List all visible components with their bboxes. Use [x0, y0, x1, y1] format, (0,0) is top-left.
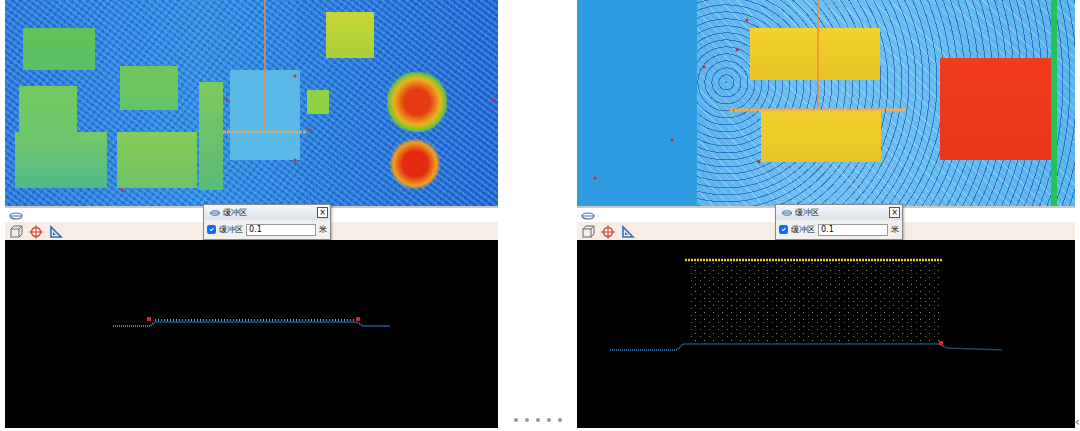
- screen: 缓冲区×缓冲区米缓冲区×缓冲区米‹: [0, 0, 1080, 431]
- crosshair-icon: [29, 225, 43, 239]
- pager-dot[interactable]: [558, 418, 562, 422]
- pager-dot[interactable]: [547, 418, 551, 422]
- next-arrow[interactable]: ‹: [1075, 415, 1080, 428]
- box-icon: [581, 225, 595, 239]
- profile-view[interactable]: [577, 240, 1075, 428]
- pager: [514, 418, 562, 431]
- unit-label: 米: [319, 224, 327, 236]
- view-panel: 缓冲区×缓冲区米: [5, 0, 498, 431]
- toolbar: 缓冲区×缓冲区米: [5, 206, 498, 240]
- section-line-overlay: [577, 0, 1075, 206]
- buffer-tool[interactable]: [581, 203, 595, 227]
- dialog-title-bar: 缓冲区×: [204, 205, 330, 220]
- buffer-checkbox[interactable]: [207, 225, 216, 234]
- unit-label: 米: [891, 224, 899, 236]
- buffer-dialog: 缓冲区×缓冲区米: [775, 204, 903, 240]
- dialog-title-bar: 缓冲区×: [776, 205, 902, 220]
- dialog-title: 缓冲区: [223, 207, 314, 219]
- pager-dot[interactable]: [525, 418, 529, 422]
- buffer-icon: [782, 208, 792, 218]
- close-button[interactable]: ×: [317, 207, 328, 218]
- buffer-checkbox-label[interactable]: 缓冲区: [219, 224, 243, 236]
- buffer-checkbox[interactable]: [779, 225, 788, 234]
- profile-points: [577, 240, 1075, 428]
- buffer-distance-field[interactable]: [246, 224, 316, 236]
- close-button[interactable]: ×: [889, 207, 900, 218]
- triangle-ruler-icon: [621, 225, 635, 239]
- point-cloud-view[interactable]: [577, 0, 1075, 206]
- pager-dot[interactable]: [536, 418, 540, 422]
- profile-view[interactable]: [5, 240, 498, 428]
- edge-strip: ‹: [1075, 0, 1080, 431]
- toolbar: 缓冲区×缓冲区米: [577, 206, 1075, 240]
- gap-area: [498, 0, 577, 431]
- point-cloud-view[interactable]: [5, 0, 498, 206]
- dialog-title: 缓冲区: [795, 207, 886, 219]
- buffer-tool[interactable]: [9, 203, 23, 227]
- profile-points: [5, 240, 498, 428]
- buffer-icon: [9, 209, 23, 223]
- triangle-ruler-icon: [49, 225, 63, 239]
- section-line-overlay: [5, 0, 498, 206]
- crosshair-icon: [601, 225, 615, 239]
- buffer-distance-field[interactable]: [818, 224, 888, 236]
- box-icon: [9, 225, 23, 239]
- dialog-body: 缓冲区 米: [204, 220, 330, 239]
- view-panel: 缓冲区×缓冲区米: [577, 0, 1075, 431]
- dialog-body: 缓冲区 米: [776, 220, 902, 239]
- buffer-dialog: 缓冲区×缓冲区米: [203, 204, 331, 240]
- buffer-icon: [581, 209, 595, 223]
- buffer-icon: [210, 208, 220, 218]
- pager-dot[interactable]: [514, 418, 518, 422]
- buffer-checkbox-label[interactable]: 缓冲区: [791, 224, 815, 236]
